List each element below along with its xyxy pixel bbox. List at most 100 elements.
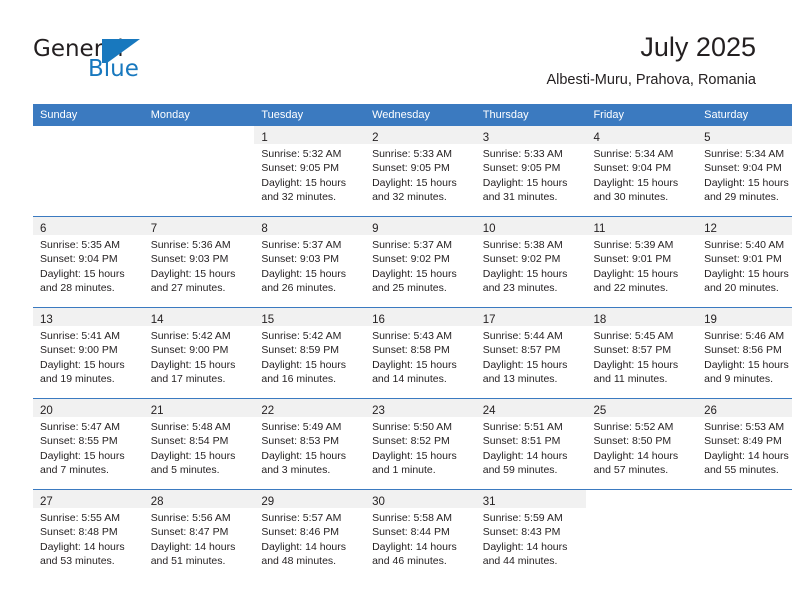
- day-cell[interactable]: 26 Sunrise: 5:53 AM Sunset: 8:49 PM Dayligh…: [697, 398, 792, 490]
- day-cell[interactable]: 7 Sunrise: 5:36 AM Sunset: 9:03 PM Daylight…: [143, 216, 255, 308]
- sunrise-text: Sunrise: 5:39 AM: [593, 239, 674, 251]
- day-cell[interactable]: 12 Sunrise: 5:40 AM Sunset: 9:01 PM Dayligh…: [697, 216, 792, 308]
- day-cell[interactable]: 1 Sunrise: 5:32 AM Sunset: 9:05 PM Daylight…: [254, 126, 366, 217]
- day-cell-inner: 16 Sunrise: 5:43 AM Sunset: 8:58 PM Dayligh…: [365, 308, 476, 398]
- day-cell[interactable]: 4 Sunrise: 5:34 AM Sunset: 9:04 PM Daylight…: [586, 126, 698, 217]
- day-number-band: 17: [475, 308, 587, 326]
- sunrise-text: Sunrise: 5:44 AM: [482, 330, 563, 342]
- day-cell[interactable]: 15 Sunrise: 5:42 AM Sunset: 8:59 PM Dayligh…: [254, 307, 366, 399]
- day-cell[interactable]: 31 Sunrise: 5:59 AM Sunset: 8:43 PM Dayligh…: [475, 489, 587, 580]
- sunrise-text: Sunrise: 5:37 AM: [261, 239, 342, 251]
- day-cell[interactable]: 23 Sunrise: 5:50 AM Sunset: 8:52 PM Dayligh…: [365, 398, 476, 490]
- day-number-band: 11: [586, 217, 698, 235]
- day-cell-inner: 19 Sunrise: 5:46 AM Sunset: 8:56 PM Dayligh…: [697, 308, 792, 398]
- day-cell[interactable]: 21 Sunrise: 5:48 AM Sunset: 8:54 PM Dayligh…: [143, 398, 255, 490]
- day-cell[interactable]: 20 Sunrise: 5:47 AM Sunset: 8:55 PM Dayligh…: [33, 398, 144, 490]
- day-number-band: 27: [33, 490, 144, 508]
- day-cell[interactable]: 5 Sunrise: 5:34 AM Sunset: 9:04 PM Daylight…: [697, 126, 792, 217]
- day-cell[interactable]: 19 Sunrise: 5:46 AM Sunset: 8:56 PM Dayligh…: [697, 307, 792, 399]
- brand-logo[interactable]: General Blue: [33, 36, 253, 86]
- daylight-text-line2: and 57 minutes.: [593, 464, 669, 477]
- sunset-text: Sunset: 8:44 PM: [372, 526, 450, 539]
- day-cell[interactable]: 22 Sunrise: 5:49 AM Sunset: 8:53 PM Dayligh…: [254, 398, 366, 490]
- day-details: Sunrise: 5:45 AM Sunset: 8:57 PM Daylight:…: [586, 326, 697, 387]
- sunrise-text: Sunrise: 5:41 AM: [40, 330, 120, 342]
- day-details: Sunrise: 5:58 AM Sunset: 8:44 PM Daylight:…: [365, 508, 476, 569]
- sunset-text: Sunset: 9:04 PM: [40, 253, 118, 266]
- weekday-header-tuesday: Tuesday: [254, 104, 366, 126]
- daylight-text-line1: Daylight: 14 hours: [372, 540, 457, 553]
- sunrise-text: Sunrise: 5:38 AM: [482, 239, 563, 251]
- sunset-text: Sunset: 8:58 PM: [372, 344, 450, 357]
- day-cell[interactable]: [33, 126, 144, 217]
- daylight-text-line2: and 32 minutes.: [261, 191, 337, 204]
- day-cell[interactable]: 18 Sunrise: 5:45 AM Sunset: 8:57 PM Dayligh…: [586, 307, 698, 399]
- day-cell-inner: 12 Sunrise: 5:40 AM Sunset: 9:01 PM Dayligh…: [697, 217, 792, 307]
- day-cell[interactable]: 13 Sunrise: 5:41 AM Sunset: 9:00 PM Dayligh…: [33, 307, 144, 399]
- day-cell[interactable]: [144, 126, 255, 217]
- day-cell[interactable]: 30 Sunrise: 5:58 AM Sunset: 8:44 PM Dayligh…: [365, 489, 476, 580]
- day-cell[interactable]: 25 Sunrise: 5:52 AM Sunset: 8:50 PM Dayligh…: [586, 398, 698, 490]
- day-cell-inner: [697, 490, 792, 580]
- day-details: Sunrise: 5:39 AM Sunset: 9:01 PM Daylight:…: [586, 235, 697, 296]
- day-cell[interactable]: 24 Sunrise: 5:51 AM Sunset: 8:51 PM Dayligh…: [475, 398, 587, 490]
- day-number: 8: [261, 223, 268, 235]
- day-cell[interactable]: 9 Sunrise: 5:37 AM Sunset: 9:02 PM Daylight…: [365, 216, 476, 308]
- sunset-text: Sunset: 9:04 PM: [704, 162, 782, 175]
- day-cell[interactable]: 11 Sunrise: 5:39 AM Sunset: 9:01 PM Dayligh…: [586, 216, 698, 308]
- day-cell[interactable]: 2 Sunrise: 5:33 AM Sunset: 9:05 PM Daylight…: [365, 126, 476, 217]
- day-cell[interactable]: 16 Sunrise: 5:43 AM Sunset: 8:58 PM Dayligh…: [365, 307, 476, 399]
- day-number: 24: [482, 405, 496, 417]
- daylight-text-line2: and 7 minutes.: [40, 464, 109, 477]
- day-cell[interactable]: 14 Sunrise: 5:42 AM Sunset: 9:00 PM Dayligh…: [143, 307, 255, 399]
- sunset-text: Sunset: 8:48 PM: [40, 526, 118, 539]
- day-cell[interactable]: 29 Sunrise: 5:57 AM Sunset: 8:46 PM Dayligh…: [254, 489, 366, 580]
- day-number: 19: [704, 314, 717, 326]
- sunrise-text: Sunrise: 5:56 AM: [150, 512, 231, 524]
- sunrise-text: Sunrise: 5:43 AM: [372, 330, 453, 342]
- sunset-text: Sunset: 9:00 PM: [150, 344, 229, 357]
- day-details: Sunrise: 5:43 AM Sunset: 8:58 PM Daylight:…: [365, 326, 476, 387]
- day-number-band: 28: [143, 490, 255, 508]
- day-number-band: [586, 490, 697, 508]
- day-number-band: [697, 490, 792, 508]
- sunrise-text: Sunrise: 5:52 AM: [593, 421, 674, 433]
- daylight-text-line1: Daylight: 15 hours: [150, 267, 236, 280]
- day-number: 22: [261, 405, 275, 417]
- day-cell[interactable]: 6 Sunrise: 5:35 AM Sunset: 9:04 PM Daylight…: [33, 216, 144, 308]
- daylight-text-line2: and 59 minutes.: [482, 464, 558, 477]
- sunset-text: Sunset: 8:54 PM: [150, 435, 229, 448]
- day-number-band: 15: [254, 308, 366, 326]
- daylight-text-line2: and 55 minutes.: [704, 464, 779, 477]
- day-details: Sunrise: 5:49 AM Sunset: 8:53 PM Daylight:…: [254, 417, 365, 478]
- daylight-text-line1: Daylight: 14 hours: [593, 449, 679, 462]
- weekday-header-thursday: Thursday: [475, 104, 587, 126]
- weekday-header-wednesday: Wednesday: [365, 104, 476, 126]
- day-number: 10: [482, 223, 496, 235]
- day-details: Sunrise: 5:32 AM Sunset: 9:05 PM Daylight:…: [254, 144, 365, 205]
- day-cell[interactable]: 8 Sunrise: 5:37 AM Sunset: 9:03 PM Daylight…: [254, 216, 366, 308]
- day-number-band: 18: [586, 308, 698, 326]
- day-number-band: 7: [143, 217, 255, 235]
- day-cell[interactable]: [586, 489, 698, 580]
- day-number-band: 9: [365, 217, 476, 235]
- daylight-text-line2: and 13 minutes.: [482, 373, 558, 386]
- day-cell[interactable]: 27 Sunrise: 5:55 AM Sunset: 8:48 PM Dayligh…: [33, 489, 144, 580]
- daylight-text-line2: and 26 minutes.: [261, 282, 337, 295]
- day-number-band: 8: [254, 217, 366, 235]
- day-cell[interactable]: 17 Sunrise: 5:44 AM Sunset: 8:57 PM Dayligh…: [475, 307, 587, 399]
- day-cell-inner: [33, 126, 144, 216]
- sunset-text: Sunset: 9:00 PM: [40, 344, 118, 357]
- sunset-text: Sunset: 8:53 PM: [261, 435, 340, 448]
- day-cell[interactable]: 10 Sunrise: 5:38 AM Sunset: 9:02 PM Dayligh…: [475, 216, 587, 308]
- daylight-text-line1: Daylight: 15 hours: [261, 176, 347, 189]
- day-number: 31: [482, 496, 496, 508]
- day-cell[interactable]: [697, 489, 792, 580]
- day-cell[interactable]: 28 Sunrise: 5:56 AM Sunset: 8:47 PM Dayligh…: [143, 489, 255, 580]
- daylight-text-line2: and 29 minutes.: [704, 191, 779, 204]
- daylight-text-line1: Daylight: 15 hours: [482, 358, 568, 371]
- sunrise-text: Sunrise: 5:59 AM: [482, 512, 563, 524]
- day-number: 11: [593, 223, 606, 235]
- day-cell-inner: 30 Sunrise: 5:58 AM Sunset: 8:44 PM Dayligh…: [365, 490, 476, 580]
- day-cell[interactable]: 3 Sunrise: 5:33 AM Sunset: 9:05 PM Daylight…: [475, 126, 587, 217]
